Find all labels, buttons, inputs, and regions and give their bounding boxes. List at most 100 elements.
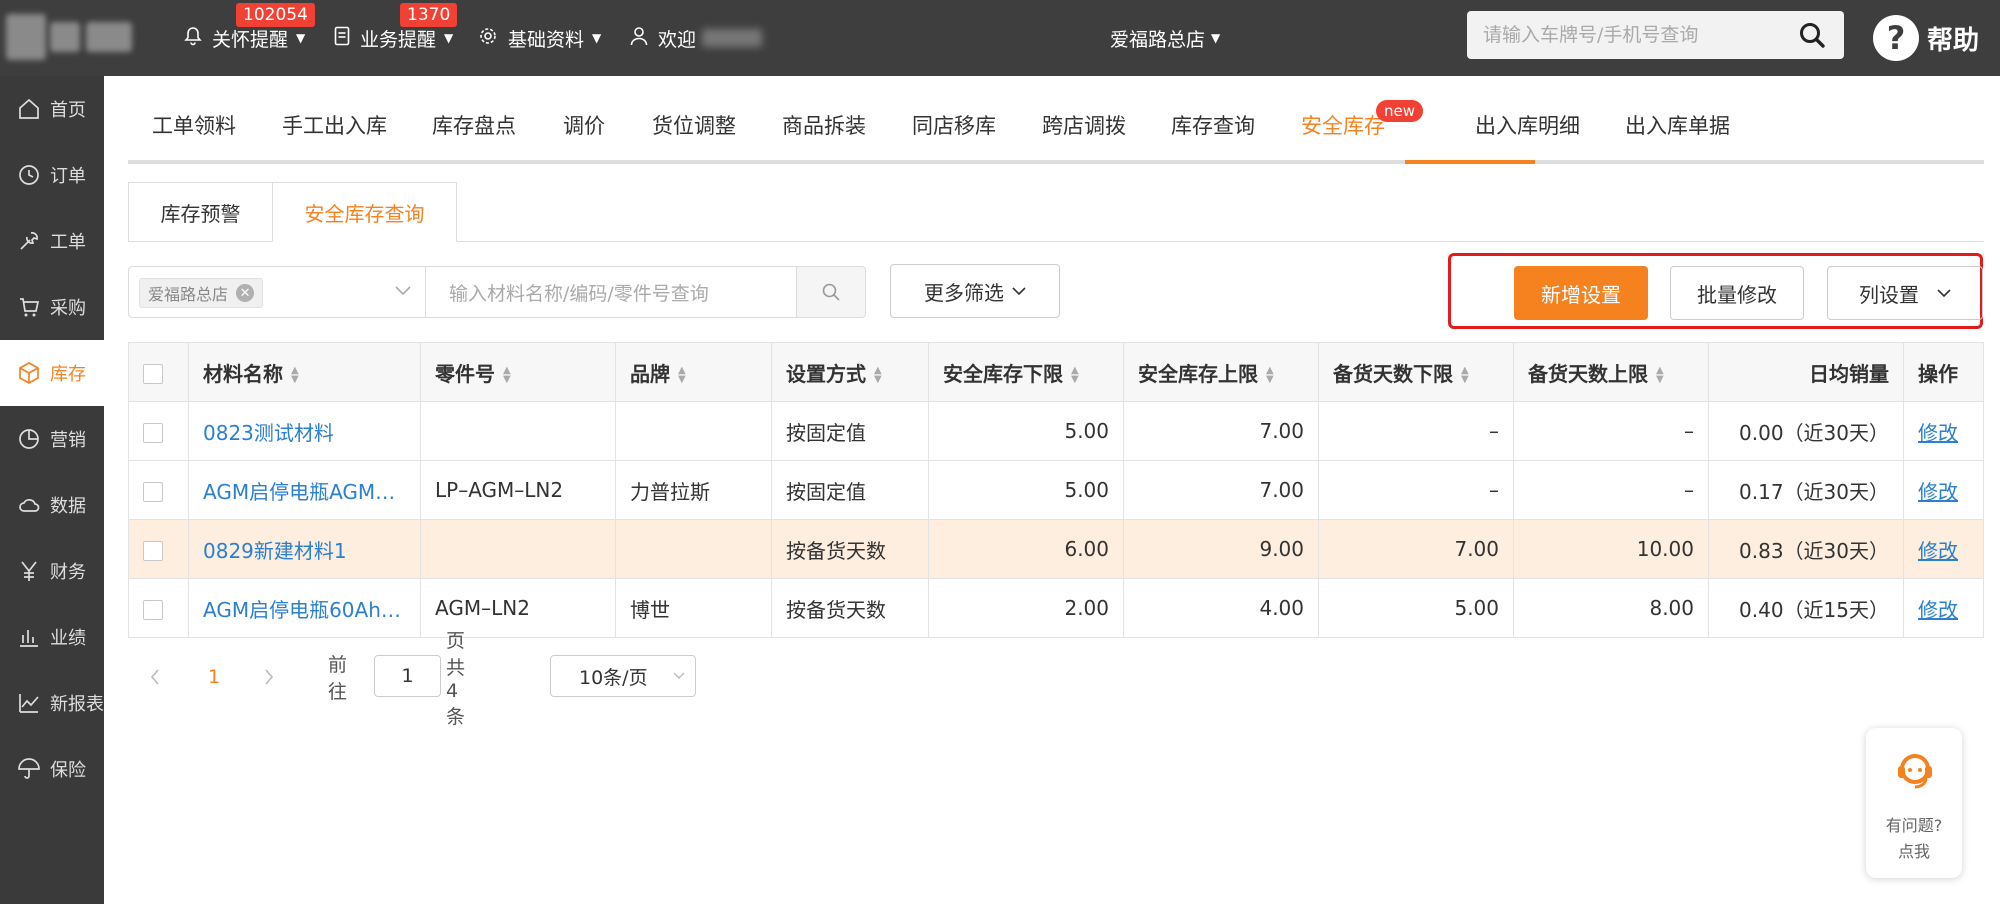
chevron-down-icon: [395, 281, 411, 300]
sort-icon[interactable]: ▲ ▼: [678, 366, 686, 385]
sidebar-item-purchase[interactable]: 采购: [0, 274, 104, 340]
tab-location-adjust[interactable]: 货位调整: [652, 86, 736, 164]
tab-stocktaking[interactable]: 库存盘点: [432, 86, 516, 164]
column-header[interactable]: 零件号 ▲ ▼: [420, 342, 616, 402]
sidebar-item-home[interactable]: 首页: [0, 76, 104, 142]
prev-page-icon[interactable]: [150, 655, 160, 699]
nav-care-label: 关怀提醒: [212, 28, 289, 51]
edit-link[interactable]: 修改: [1918, 539, 1958, 563]
column-header[interactable]: 设置方式 ▲ ▼: [771, 342, 929, 402]
help-button[interactable]: ? 帮助: [1873, 8, 1979, 68]
next-page-icon[interactable]: [264, 655, 274, 699]
row-checkbox[interactable]: [143, 599, 163, 620]
row-checkbox[interactable]: [143, 481, 163, 502]
sort-icon[interactable]: ▲ ▼: [291, 366, 299, 385]
sidebar-item-label: 营销: [50, 430, 86, 451]
page-size-label: 10条/页: [579, 666, 648, 689]
sidebar-item-workorders[interactable]: 工单: [0, 208, 104, 274]
setting-method-cell: 按备货天数: [771, 519, 929, 579]
tab-safety-stock[interactable]: 安全库存: [1301, 86, 1385, 164]
days-min-cell: 5.00: [1318, 578, 1514, 638]
material-name-link[interactable]: 0823测试材料: [203, 421, 334, 445]
column-header[interactable]: 材料名称 ▲ ▼: [188, 342, 421, 402]
nav-user-welcome[interactable]: 欢迎: [630, 0, 763, 76]
goto-page-input[interactable]: 1: [374, 655, 441, 697]
store-filter-select[interactable]: 爱福路总店 ✕: [128, 266, 426, 318]
tab-product-assembly[interactable]: 商品拆装: [782, 86, 866, 164]
sidebar-item-finance[interactable]: 财务: [0, 538, 104, 604]
sort-icon[interactable]: ▲ ▼: [1461, 366, 1469, 385]
material-search-button[interactable]: [796, 266, 866, 318]
sidebar-item-label: 工单: [50, 232, 86, 253]
tab-in-out-documents[interactable]: 出入库单据: [1625, 86, 1730, 164]
column-header[interactable]: 安全库存下限 ▲ ▼: [928, 342, 1124, 402]
tab-inventory-query[interactable]: 库存查询: [1171, 86, 1255, 164]
close-icon[interactable]: ✕: [236, 284, 255, 302]
search-icon[interactable]: [1798, 21, 1826, 49]
sidebar-item-label: 订单: [50, 166, 86, 187]
tab-cross-store-transfer[interactable]: 跨店调拨: [1042, 86, 1126, 164]
plate-phone-search-input[interactable]: [1483, 24, 1783, 46]
sidebar-item-data[interactable]: 数据: [0, 472, 104, 538]
store-selector[interactable]: 爱福路总店 ▼: [1110, 0, 1220, 76]
sidebar-item-new-reports[interactable]: 新报表: [0, 670, 104, 736]
stock-max-cell: 7.00: [1123, 401, 1319, 461]
subtab-safety-stock-query[interactable]: 安全库存查询: [272, 182, 457, 242]
subtab-stock-warning[interactable]: 库存预警: [128, 182, 273, 242]
sort-icon[interactable]: ▲ ▼: [1071, 366, 1079, 385]
column-header[interactable]: 备货天数下限 ▲ ▼: [1318, 342, 1514, 402]
sort-icon[interactable]: ▲ ▼: [503, 366, 511, 385]
tab-work-order-materials[interactable]: 工单领料: [152, 86, 236, 164]
help-widget-line1: 有问题?: [1885, 816, 1943, 835]
edit-link[interactable]: 修改: [1918, 598, 1958, 622]
sort-icon[interactable]: ▲ ▼: [1266, 366, 1274, 385]
sidebar-item-performance[interactable]: 业绩: [0, 604, 104, 670]
column-header[interactable]: 品牌 ▲ ▼: [615, 342, 772, 402]
sidebar-item-inventory[interactable]: 库存: [0, 340, 104, 406]
sidebar-item-marketing[interactable]: 营销: [0, 406, 104, 472]
store-tag-label: 爱福路总店: [148, 285, 229, 304]
plate-phone-search[interactable]: [1467, 11, 1844, 59]
top-bar: 关怀提醒 ▼ 102054 业务提醒 ▼ 1370 基础资料 ▼ 欢迎 爱福路总…: [0, 0, 2000, 76]
sidebar-item-label: 首页: [50, 100, 86, 121]
column-header[interactable]: 安全库存上限 ▲ ▼: [1123, 342, 1319, 402]
headset-icon: [1898, 754, 1932, 789]
material-name-link[interactable]: AGM启停电瓶AGM…: [203, 480, 395, 504]
tab-price-adjust[interactable]: 调价: [563, 86, 605, 164]
sort-icon[interactable]: ▲ ▼: [874, 366, 882, 385]
table-row: 0823测试材料 按固定值 5.00 7.00 – – 0.00（近30天） 修…: [128, 401, 1984, 461]
select-all-cell: [128, 342, 189, 402]
cart-icon: [16, 294, 42, 320]
nav-basic-data[interactable]: 基础资料 ▼: [478, 0, 601, 76]
row-checkbox[interactable]: [143, 540, 163, 561]
sidebar-item-insurance[interactable]: 保险: [0, 736, 104, 802]
days-min-cell: 7.00: [1318, 519, 1514, 579]
welcome-label: 欢迎: [658, 28, 697, 51]
tab-manual-in-out[interactable]: 手工出入库: [282, 86, 387, 164]
tab-same-store-transfer[interactable]: 同店移库: [912, 86, 996, 164]
customer-service-widget[interactable]: 有问题? 点我: [1866, 728, 1962, 878]
sidebar-item-orders[interactable]: 订单: [0, 142, 104, 208]
column-settings-button[interactable]: 列设置: [1827, 266, 1983, 320]
select-all-checkbox[interactable]: [143, 363, 163, 384]
home-icon: [16, 96, 42, 122]
material-name-link[interactable]: 0829新建材料1: [203, 539, 347, 563]
column-header[interactable]: 备货天数上限 ▲ ▼: [1513, 342, 1709, 402]
more-filters-button[interactable]: 更多筛选: [890, 264, 1060, 318]
add-setting-button[interactable]: 新增设置: [1514, 266, 1648, 320]
batch-edit-button[interactable]: 批量修改: [1670, 266, 1804, 320]
edit-link[interactable]: 修改: [1918, 421, 1958, 445]
store-name: 爱福路总店: [1110, 28, 1206, 51]
sort-icon[interactable]: ▲ ▼: [1656, 366, 1664, 385]
edit-link[interactable]: 修改: [1918, 480, 1958, 504]
bell-icon: [184, 26, 202, 51]
row-checkbox[interactable]: [143, 422, 163, 443]
tab-in-out-details[interactable]: 出入库明细: [1475, 86, 1580, 164]
logo[interactable]: [0, 8, 140, 70]
material-name-link[interactable]: AGM启停电瓶60Ah…: [203, 598, 401, 622]
page-size-select[interactable]: 10条/页: [550, 655, 696, 697]
material-name-cell: AGM启停电瓶60Ah…: [188, 578, 421, 638]
material-search-input[interactable]: 输入材料名称/编码/零件号查询: [425, 266, 797, 318]
page-number-current[interactable]: 1: [208, 655, 220, 699]
part-number-cell: [420, 401, 616, 461]
